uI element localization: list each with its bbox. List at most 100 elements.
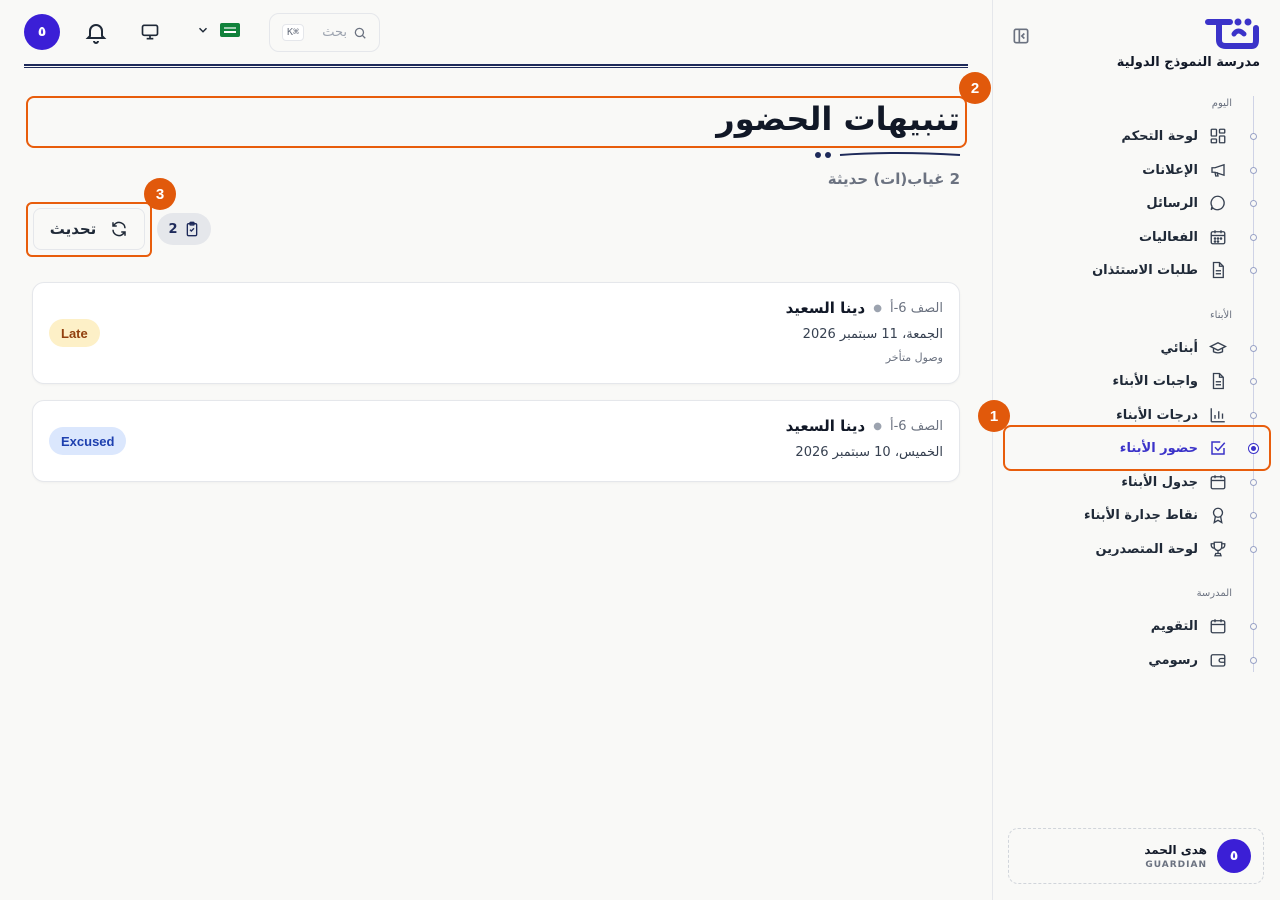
sidebar-item-leaderboard[interactable]: لوحة المتصدرين [992,532,1280,566]
status-badge: Excused [49,427,127,455]
refresh-label: تحديث [49,220,97,238]
status-badge: Late [49,319,100,347]
title-underline-decoration [815,152,961,158]
sidebar-item-my-children[interactable]: أبنائي [992,331,1280,365]
student-class: الصف 6-أ [889,300,943,316]
calendar-grid-icon [1208,227,1228,247]
user-info: هدى الحمد GUARDIAN [1144,843,1207,870]
sidebar-item-homework[interactable]: واجبات الأبناء [992,364,1280,398]
graduation-cap-icon [1208,338,1228,358]
student-name: دينا السعيد [785,417,866,435]
nav-dot [1250,412,1257,419]
trophy-icon [1208,539,1228,559]
nav-dot [1250,657,1257,664]
separator-dot: ● [873,302,882,314]
nav-dot [1250,546,1257,553]
nav-dot [1250,267,1257,274]
sidebar-item-label: جدول الأبناء [1121,474,1198,490]
sidebar-item-label: واجبات الأبناء [1112,373,1198,389]
avatar[interactable]: ٥ [24,14,60,50]
refresh-button[interactable]: تحديث [33,208,145,250]
search-placeholder: بحث [322,25,347,40]
page-title: تنبيهات الحضور [716,100,960,138]
search-field: بحث [322,25,367,40]
sidebar-item-label: درجات الأبناء [1116,407,1198,423]
nav-dot [1250,512,1257,519]
user-name: هدى الحمد [1144,842,1207,857]
sidebar-item-label: نقاط جدارة الأبناء [1083,507,1198,523]
message-icon [1208,193,1228,213]
wallet-icon [1208,650,1228,670]
nav-dot [1250,623,1257,630]
document-icon [1208,371,1228,391]
sidebar-item-label: لوحة المتصدرين [1095,541,1198,557]
search-input[interactable]: K⌘ بحث [269,13,380,52]
annotation-badge-3: 3 [144,178,176,210]
alert-count-chip: 2 [157,213,211,245]
sidebar-item-label: التقويم [1150,618,1198,634]
attendance-alert-card[interactable]: دينا السعيد ● الصف 6-أ الجمعة، 11 سبتمبر… [32,282,960,384]
search-icon [354,27,366,39]
search-shortcut: K⌘ [282,24,305,41]
award-icon [1208,505,1228,525]
chevron-down-icon [198,27,208,33]
saudi-flag-icon [220,23,240,37]
sidebar-item-events[interactable]: الفعاليات [992,220,1280,254]
user-card[interactable]: ٥ هدى الحمد GUARDIAN [1008,828,1264,884]
sidebar-item-leave-requests[interactable]: طلبات الاستئذان [992,253,1280,287]
nav-dot [1250,200,1257,207]
megaphone-icon [1208,160,1228,180]
nav-dot [1250,167,1257,174]
language-selector[interactable] [196,23,240,37]
calendar-icon [1208,616,1228,636]
sidebar-item-dashboard[interactable]: لوحة التحكم [992,119,1280,153]
sidebar-item-announcements[interactable]: الإعلانات [992,153,1280,187]
nav-dot [1250,234,1257,241]
annotation-badge-2: 2 [959,72,991,104]
dashboard-icon [1208,126,1228,146]
bell-icon[interactable] [84,20,108,44]
page-subtitle: 2 غياب(ات) حديثة [827,170,960,188]
sidebar-item-calendar[interactable]: التقويم [992,609,1280,643]
sidebar-collapse-icon[interactable] [1011,26,1031,46]
alert-count: 2 [168,221,178,237]
monitor-icon[interactable] [140,22,160,42]
card-header: دينا السعيد ● الصف 6-أ [786,417,943,435]
sidebar-item-messages[interactable]: الرسائل [992,186,1280,220]
sidebar-item-label: طلبات الاستئذان [1092,262,1198,278]
calendar-icon [1208,472,1228,492]
nav-dot [1250,479,1257,486]
nav-dot [1250,378,1257,385]
sidebar-item-label: الفعاليات [1138,229,1198,245]
annotation-highlight-1 [1003,425,1271,471]
header-divider [24,64,968,68]
school-name: مدرسة النموذج الدولية [1116,55,1260,70]
separator-dot: ● [873,420,882,432]
sidebar-item-fees[interactable]: رسومي [992,643,1280,677]
card-header: دينا السعيد ● الصف 6-أ [786,299,943,317]
bar-chart-icon [1208,405,1228,425]
alert-date: الخميس، 10 سبتمبر 2026 [795,445,943,460]
alert-date: الجمعة، 11 سبتمبر 2026 [802,327,943,342]
sidebar-item-label: رسومي [1148,652,1198,668]
sidebar-item-label: الإعلانات [1142,162,1198,178]
alert-note: وصول متأخر [885,351,943,364]
nav-heading-children: الأبناء [1209,310,1232,321]
sidebar-item-label: لوحة التحكم [1121,128,1198,144]
sidebar-item-label: الرسائل [1146,195,1198,211]
nav-dot [1250,345,1257,352]
refresh-icon [112,221,127,237]
clipboard-check-icon [186,221,197,237]
user-avatar: ٥ [1217,839,1251,873]
nav-heading-school: المدرسة [1196,588,1232,599]
nav-heading-today: اليوم [1211,98,1232,109]
sidebar-item-label: أبنائي [1160,340,1198,356]
document-icon [1208,260,1228,280]
school-logo [1205,18,1259,49]
sidebar-item-merit-points[interactable]: نقاط جدارة الأبناء [992,498,1280,532]
attendance-alert-card[interactable]: دينا السعيد ● الصف 6-أ الخميس، 10 سبتمبر… [32,400,960,482]
nav-dot [1250,133,1257,140]
user-role: GUARDIAN [1145,859,1207,870]
student-name: دينا السعيد [785,299,866,317]
student-class: الصف 6-أ [889,418,943,434]
